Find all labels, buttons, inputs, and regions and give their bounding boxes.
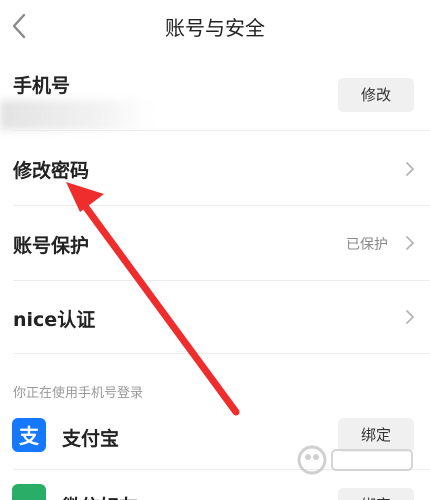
nice-verify-label: nice认证 [13,309,96,331]
change-password-label: 修改密码 [13,160,90,182]
phone-label: 手机号 [13,75,71,97]
alipay-label: 支付宝 [62,428,120,450]
chevron-right-icon [406,236,414,250]
svg-text:支: 支 [19,424,40,448]
chevron-right-icon [406,310,414,324]
bind-wechat-button[interactable]: 绑定 [338,488,414,500]
wechat-icon [12,484,46,500]
login-method-caption: 你正在使用手机号登录 [13,386,144,401]
divider [13,353,430,354]
wechat-label: 微信好友 [62,492,138,500]
account-protection-row[interactable]: 账号保护 已保护 [0,206,430,280]
account-protection-label: 账号保护 [13,235,90,257]
change-password-row[interactable]: 修改密码 [0,131,430,206]
nav-header: 账号与安全 [0,0,430,55]
chevron-right-icon [406,162,414,176]
protection-status: 已保护 [346,237,388,253]
modify-phone-button[interactable]: 修改 [338,78,414,112]
blurred-phone-number [0,100,150,130]
alipay-icon: 支 [12,418,46,452]
baidu-jingyan-watermark-logo [297,445,413,475]
nice-verify-row[interactable]: nice认证 [0,281,430,353]
page-title: 账号与安全 [165,16,265,40]
